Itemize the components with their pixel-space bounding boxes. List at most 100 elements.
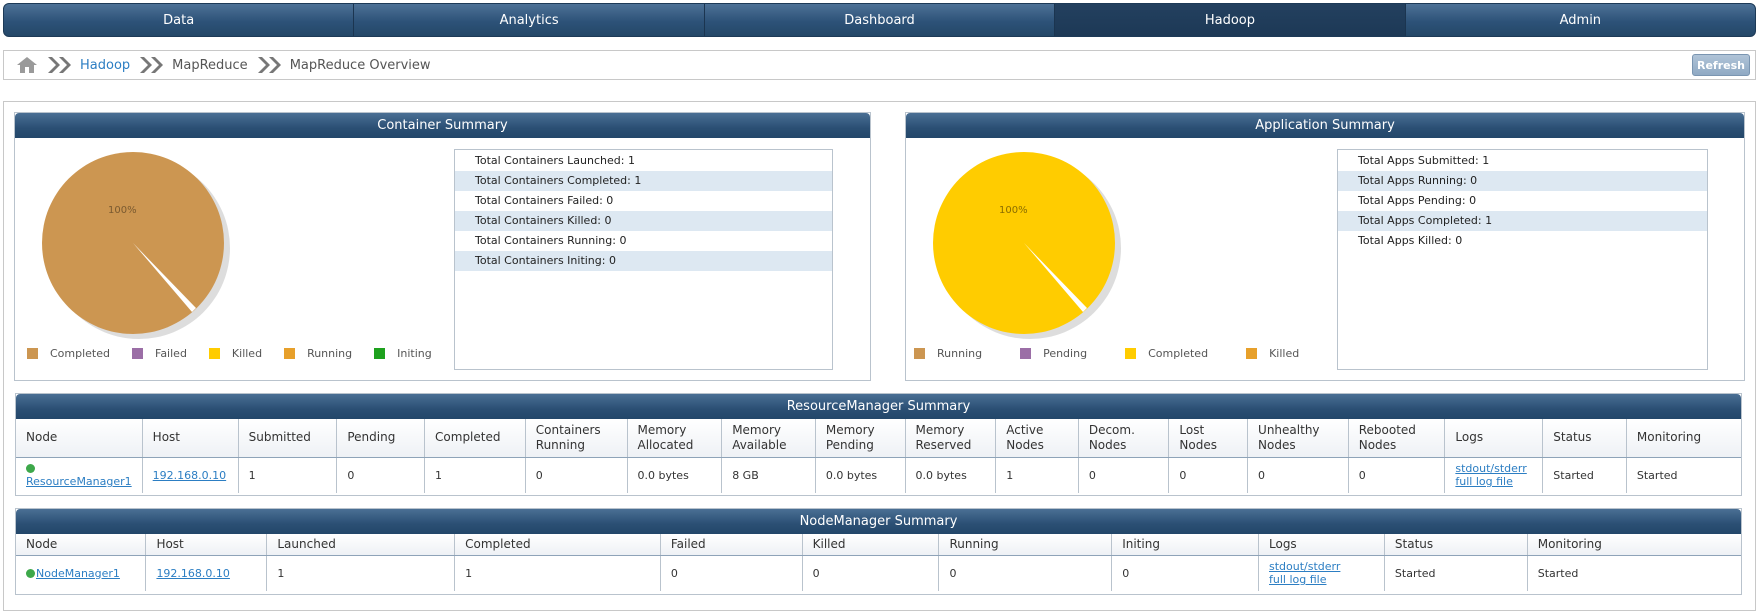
cell-active-nodes: 1 (995, 457, 1079, 493)
tab-dashboard[interactable]: Dashboard (705, 4, 1056, 36)
panel-title: NodeManager Summary (16, 509, 1741, 534)
host-link[interactable]: 192.168.0.10 (153, 469, 226, 482)
chevron-right-icon (140, 57, 164, 73)
column-header: Lost Nodes (1168, 419, 1249, 458)
cell-memory-available: 8 GB (721, 457, 816, 493)
column-header: Memory Reserved (905, 419, 997, 458)
cell-monitoring: Started (1537, 566, 1579, 580)
breadcrumb-current: MapReduce Overview (289, 57, 431, 73)
full-log-link[interactable]: full log file (1269, 573, 1326, 586)
column-header: Launched (266, 534, 456, 556)
top-nav: Data Analytics Dashboard Hadoop Admin (3, 3, 1756, 37)
stat-row: Total Containers Killed: 0 (455, 211, 832, 231)
cell-killed: 0 (802, 555, 940, 591)
refresh-button[interactable]: Refresh (1692, 54, 1750, 76)
cell-host: 192.168.0.10 (145, 555, 268, 591)
column-header: Node (16, 534, 147, 556)
column-header: Failed (660, 534, 803, 556)
cell-failed: 0 (660, 555, 803, 591)
home-icon[interactable] (16, 56, 38, 74)
legend-label: Completed (50, 347, 110, 360)
container-legend: Completed Failed Killed Running Initing (27, 347, 454, 360)
stdout-stderr-link[interactable]: stdout/stderr (1455, 462, 1526, 475)
cell-status: Started (1384, 555, 1528, 591)
legend-swatch (132, 348, 143, 359)
cell-lost-nodes: 0 (1168, 457, 1249, 493)
application-stats-list: Total Apps Submitted: 1 Total Apps Runni… (1337, 149, 1708, 370)
cell-submitted: 1 (238, 457, 338, 493)
pie-percent-label: 100% (108, 205, 137, 216)
status-ok-icon (26, 568, 35, 578)
tab-hadoop[interactable]: Hadoop (1055, 4, 1406, 36)
cell-launched: 1 (266, 555, 456, 591)
nodemanager-summary-panel: NodeManager Summary Node Host Launched C… (15, 508, 1742, 595)
cell-pending: 0 (336, 457, 426, 493)
column-header: Memory Available (721, 419, 816, 458)
full-log-link[interactable]: full log file (1455, 475, 1512, 488)
stat-row: Total Apps Killed: 0 (1358, 234, 1463, 247)
cell-node: ResourceManager1 (16, 457, 143, 493)
column-header: Running (938, 534, 1113, 556)
legend-item: Killed (1246, 347, 1299, 360)
legend-swatch (27, 348, 38, 359)
legend-label: Pending (1043, 347, 1088, 360)
column-header: Node (16, 419, 143, 458)
container-summary-panel: Container Summary 100% Completed Failed … (14, 112, 871, 381)
column-header: Rebooted Nodes (1348, 419, 1446, 458)
column-header: Logs (1444, 419, 1544, 458)
legend-label: Killed (231, 347, 263, 360)
legend-item: Running (914, 347, 982, 360)
legend-swatch (1020, 348, 1032, 359)
cell-running: 0 (938, 555, 1113, 591)
application-summary-panel: Application Summary 100% Running Pending… (905, 112, 1745, 381)
cell-initing: 0 (1111, 555, 1259, 591)
legend-item: Completed (27, 347, 110, 360)
legend-item: Killed (208, 347, 263, 360)
cell-decom-nodes: 0 (1078, 457, 1170, 493)
table-row: NodeManager1 192.168.0.10 1 1 0 0 0 0 st… (16, 555, 1741, 591)
stat-row: Total Containers Running: 0 (475, 234, 627, 247)
legend-item: Initing (374, 347, 432, 360)
cell-status: Started (1542, 457, 1627, 493)
column-header: Memory Pending (815, 419, 906, 458)
stat-row: Total Apps Submitted: 1 (1358, 154, 1490, 167)
tab-analytics[interactable]: Analytics (354, 4, 705, 36)
cell-containers-running: 0 (525, 457, 628, 493)
panel-title: Application Summary (906, 113, 1744, 138)
tab-data[interactable]: Data (4, 4, 355, 36)
table-header-row: Node Host Launched Completed Failed Kill… (16, 534, 1741, 556)
resourcemanager-table: Node Host Submitted Pending Completed Co… (16, 419, 1741, 493)
table-header-row: Node Host Submitted Pending Completed Co… (16, 419, 1741, 458)
status-ok-icon (26, 464, 35, 474)
legend-label: Failed (155, 347, 187, 360)
breadcrumb-hadoop[interactable]: Hadoop (80, 58, 130, 73)
stat-row: Total Apps Pending: 0 (1358, 194, 1477, 207)
resourcemanager-summary-panel: ResourceManager Summary Node Host Submit… (15, 393, 1742, 496)
cell-completed: 1 (424, 457, 526, 493)
tab-admin[interactable]: Admin (1406, 4, 1755, 36)
column-header: Initing (1111, 534, 1259, 556)
column-header: Decom. Nodes (1078, 419, 1170, 458)
panel-title: ResourceManager Summary (16, 394, 1741, 419)
chevron-right-icon (48, 57, 71, 73)
legend-swatch (208, 348, 220, 359)
column-header: Host (145, 534, 268, 556)
host-link[interactable]: 192.168.0.10 (156, 567, 229, 580)
nodemanager-table: Node Host Launched Completed Failed Kill… (16, 534, 1741, 591)
table-row: ResourceManager1 192.168.0.10 1 0 1 0 0.… (16, 457, 1741, 493)
column-header: Active Nodes (995, 419, 1079, 458)
stdout-stderr-link[interactable]: stdout/stderr (1269, 560, 1340, 573)
node-link[interactable]: NodeManager1 (36, 567, 120, 580)
stat-row: Total Apps Completed: 1 (1338, 211, 1707, 231)
legend-swatch (1125, 348, 1137, 359)
cell-host: 192.168.0.10 (142, 457, 239, 493)
column-header: Monitoring (1527, 534, 1741, 556)
cell-logs: stdout/stderr full log file (1258, 555, 1385, 591)
cell-memory-allocated: 0.0 bytes (627, 457, 723, 493)
cell-unhealthy-nodes: 0 (1247, 457, 1349, 493)
column-header: Status (1384, 534, 1528, 556)
node-link[interactable]: ResourceManager1 (26, 475, 132, 488)
column-header: Completed (424, 419, 526, 458)
stat-row: Total Containers Launched: 1 (475, 154, 635, 167)
pie-percent-label: 100% (999, 205, 1028, 216)
